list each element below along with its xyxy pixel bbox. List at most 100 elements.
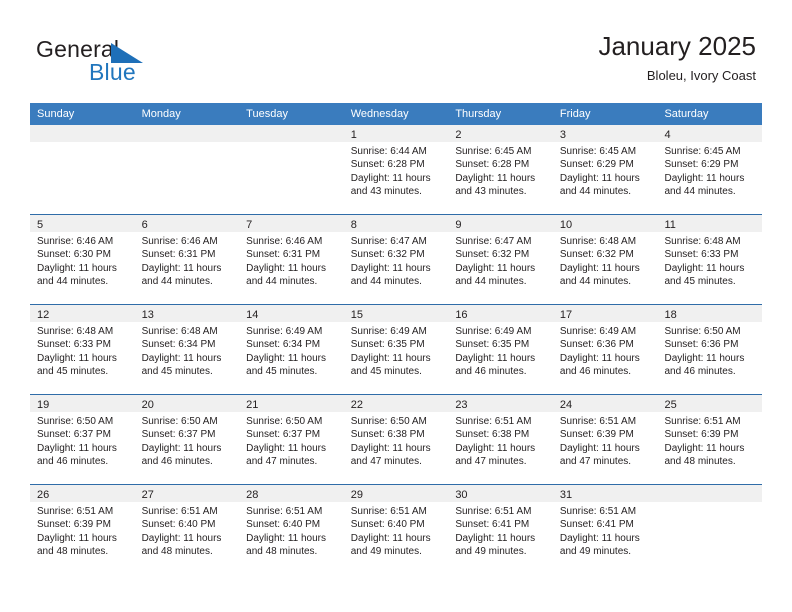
sunrise-text: Sunrise: 6:45 AM xyxy=(559,146,637,157)
daylight-text-line2: and 45 minutes. xyxy=(350,365,422,377)
daylight-text-line1: Daylight: 11 hours xyxy=(664,172,745,184)
day-details: Sunrise: 6:45 AM Sunset: 6:29 PM Daylight:… xyxy=(657,142,762,198)
calendar-day-cell[interactable]: 6 Sunrise: 6:46 AM Sunset: 6:31 PM Daylight… xyxy=(134,215,240,304)
calendar-day-cell[interactable]: 3 Sunrise: 6:45 AM Sunset: 6:29 PM Daylight… xyxy=(552,125,658,214)
daylight-text-line2: and 43 minutes. xyxy=(350,185,422,197)
sunset-text: Sunset: 6:33 PM xyxy=(37,339,111,351)
calendar-day-cell[interactable]: 7 Sunrise: 6:46 AM Sunset: 6:31 PM Daylight… xyxy=(239,215,344,304)
day-details: Sunrise: 6:49 AM Sunset: 6:35 PM Daylight:… xyxy=(448,322,553,378)
calendar-week-row: 1 Sunrise: 6:44 AM Sunset: 6:28 PM Daylight… xyxy=(30,125,763,214)
day-number-band: 2 xyxy=(448,125,553,142)
daylight-text-line2: and 44 minutes. xyxy=(455,275,527,287)
calendar-day-cell-empty xyxy=(657,485,763,574)
daylight-text-line1: Daylight: 11 hours xyxy=(350,442,431,454)
calendar-day-cell[interactable]: 12 Sunrise: 6:48 AM Sunset: 6:33 PM Dayligh… xyxy=(30,305,135,394)
calendar-day-cell[interactable]: 17 Sunrise: 6:49 AM Sunset: 6:36 PM Dayligh… xyxy=(552,305,658,394)
day-number: 1 xyxy=(350,129,357,141)
day-number-band: 12 xyxy=(30,305,135,322)
calendar-day-cell[interactable]: 15 Sunrise: 6:49 AM Sunset: 6:35 PM Dayligh… xyxy=(343,305,449,394)
day-details: Sunrise: 6:50 AM Sunset: 6:38 PM Daylight:… xyxy=(344,412,449,468)
daylight-text-line1: Daylight: 11 hours xyxy=(37,262,117,274)
day-number: 3 xyxy=(559,129,567,141)
calendar-day-cell[interactable]: 18 Sunrise: 6:50 AM Sunset: 6:36 PM Dayligh… xyxy=(657,305,763,394)
day-number-band: 3 xyxy=(552,125,658,142)
weekday-header-monday: Monday xyxy=(141,108,181,120)
sunset-text: Sunset: 6:29 PM xyxy=(559,159,634,171)
calendar-day-cell[interactable]: 21 Sunrise: 6:50 AM Sunset: 6:37 PM Dayligh… xyxy=(239,395,344,484)
sunset-text: Sunset: 6:40 PM xyxy=(350,519,425,531)
calendar-day-cell[interactable]: 11 Sunrise: 6:48 AM Sunset: 6:33 PM Dayligh… xyxy=(657,215,763,304)
daylight-text-line2: and 44 minutes. xyxy=(37,275,109,287)
sunset-text: Sunset: 6:31 PM xyxy=(141,249,216,261)
day-number: 2 xyxy=(455,129,462,141)
calendar-day-cell[interactable]: 31 Sunrise: 6:51 AM Sunset: 6:41 PM Dayligh… xyxy=(552,485,658,574)
calendar-day-cell[interactable]: 1 Sunrise: 6:44 AM Sunset: 6:28 PM Daylight… xyxy=(343,125,449,214)
calendar-day-cell[interactable]: 2 Sunrise: 6:45 AM Sunset: 6:28 PM Daylight… xyxy=(448,125,553,214)
calendar-day-cell[interactable]: 13 Sunrise: 6:48 AM Sunset: 6:34 PM Dayligh… xyxy=(134,305,240,394)
sunrise-text: Sunrise: 6:49 AM xyxy=(246,326,323,337)
daylight-text-line1: Daylight: 11 hours xyxy=(350,352,431,364)
day-details: Sunrise: 6:48 AM Sunset: 6:32 PM Daylight:… xyxy=(553,232,658,288)
calendar-day-cell[interactable]: 9 Sunrise: 6:47 AM Sunset: 6:32 PM Daylight… xyxy=(448,215,553,304)
calendar-day-cell[interactable]: 29 Sunrise: 6:51 AM Sunset: 6:40 PM Dayligh… xyxy=(343,485,449,574)
daylight-text-line1: Daylight: 11 hours xyxy=(664,442,745,454)
daylight-text-line2: and 46 minutes. xyxy=(37,455,109,467)
calendar-day-cell[interactable]: 19 Sunrise: 6:50 AM Sunset: 6:37 PM Dayligh… xyxy=(30,395,135,484)
day-details: Sunrise: 6:51 AM Sunset: 6:41 PM Daylight:… xyxy=(448,502,553,558)
daylight-text-line1: Daylight: 11 hours xyxy=(350,532,431,544)
day-details xyxy=(135,142,240,145)
day-number-band: 6 xyxy=(134,215,240,232)
calendar-day-cell[interactable]: 24 Sunrise: 6:51 AM Sunset: 6:39 PM Dayligh… xyxy=(552,395,658,484)
sunset-text: Sunset: 6:28 PM xyxy=(350,159,425,171)
day-number-band: 29 xyxy=(343,485,449,502)
day-number-band: 28 xyxy=(239,485,344,502)
day-number: 14 xyxy=(246,309,259,321)
calendar-day-cell[interactable]: 16 Sunrise: 6:49 AM Sunset: 6:35 PM Dayligh… xyxy=(448,305,553,394)
calendar-day-cell[interactable]: 5 Sunrise: 6:46 AM Sunset: 6:30 PM Daylight… xyxy=(30,215,135,304)
daylight-text-line1: Daylight: 11 hours xyxy=(350,172,431,184)
day-number: 9 xyxy=(455,219,462,231)
calendar-day-cell-empty xyxy=(239,125,344,214)
daylight-text-line1: Daylight: 11 hours xyxy=(455,352,536,364)
calendar-day-cell[interactable]: 10 Sunrise: 6:48 AM Sunset: 6:32 PM Dayligh… xyxy=(552,215,658,304)
day-number: 21 xyxy=(246,399,259,411)
weekday-header-friday: Friday xyxy=(559,108,591,120)
day-number-band: 17 xyxy=(552,305,658,322)
sunrise-text: Sunrise: 6:48 AM xyxy=(664,236,741,247)
day-number-band: 7 xyxy=(239,215,344,232)
daylight-text-line1: Daylight: 11 hours xyxy=(559,532,640,544)
day-number-band: 11 xyxy=(657,215,763,232)
calendar-day-cell[interactable]: 20 Sunrise: 6:50 AM Sunset: 6:37 PM Dayligh… xyxy=(134,395,240,484)
sunrise-text: Sunrise: 6:46 AM xyxy=(141,236,218,247)
weekday-header-sunday: Sunday xyxy=(37,108,75,120)
sunrise-text: Sunrise: 6:50 AM xyxy=(141,416,218,427)
day-number: 25 xyxy=(664,399,677,411)
calendar-day-cell[interactable]: 26 Sunrise: 6:51 AM Sunset: 6:39 PM Dayligh… xyxy=(30,485,135,574)
calendar-day-cell[interactable]: 28 Sunrise: 6:51 AM Sunset: 6:40 PM Dayligh… xyxy=(239,485,344,574)
day-number: 31 xyxy=(559,489,573,501)
day-details: Sunrise: 6:49 AM Sunset: 6:35 PM Daylight:… xyxy=(344,322,449,378)
day-details: Sunrise: 6:48 AM Sunset: 6:33 PM Daylight:… xyxy=(30,322,135,378)
daylight-text-line2: and 44 minutes. xyxy=(350,275,422,287)
daylight-text-line1: Daylight: 11 hours xyxy=(350,262,431,274)
calendar-day-cell[interactable]: 22 Sunrise: 6:50 AM Sunset: 6:38 PM Dayligh… xyxy=(343,395,449,484)
calendar-day-cell[interactable]: 14 Sunrise: 6:49 AM Sunset: 6:34 PM Dayligh… xyxy=(239,305,344,394)
calendar-day-cell-empty xyxy=(134,125,240,214)
calendar-page: General Blue January 2025 Bloleu, Ivory … xyxy=(0,0,792,612)
calendar-day-cell[interactable]: 30 Sunrise: 6:51 AM Sunset: 6:41 PM Dayligh… xyxy=(448,485,553,574)
day-number-band: 13 xyxy=(134,305,240,322)
calendar-day-cell[interactable]: 8 Sunrise: 6:47 AM Sunset: 6:32 PM Daylight… xyxy=(343,215,449,304)
calendar-day-cell[interactable]: 25 Sunrise: 6:51 AM Sunset: 6:39 PM Dayligh… xyxy=(657,395,763,484)
day-number-band: 23 xyxy=(448,395,553,412)
page-header: General Blue January 2025 Bloleu, Ivory … xyxy=(0,0,792,100)
daylight-text-line1: Daylight: 11 hours xyxy=(37,442,117,454)
calendar-day-cell[interactable]: 27 Sunrise: 6:51 AM Sunset: 6:40 PM Dayligh… xyxy=(134,485,240,574)
calendar-day-cell[interactable]: 4 Sunrise: 6:45 AM Sunset: 6:29 PM Daylight… xyxy=(657,125,763,214)
calendar-weeks: 1 Sunrise: 6:44 AM Sunset: 6:28 PM Daylight… xyxy=(30,125,763,574)
daylight-text-line2: and 49 minutes. xyxy=(350,545,422,557)
day-number-band: 5 xyxy=(30,215,135,232)
calendar-day-cell[interactable]: 23 Sunrise: 6:51 AM Sunset: 6:38 PM Dayligh… xyxy=(448,395,553,484)
sunrise-text: Sunrise: 6:51 AM xyxy=(455,506,532,517)
sunset-text: Sunset: 6:36 PM xyxy=(664,339,739,351)
brand-name-blue: Blue xyxy=(89,59,136,85)
